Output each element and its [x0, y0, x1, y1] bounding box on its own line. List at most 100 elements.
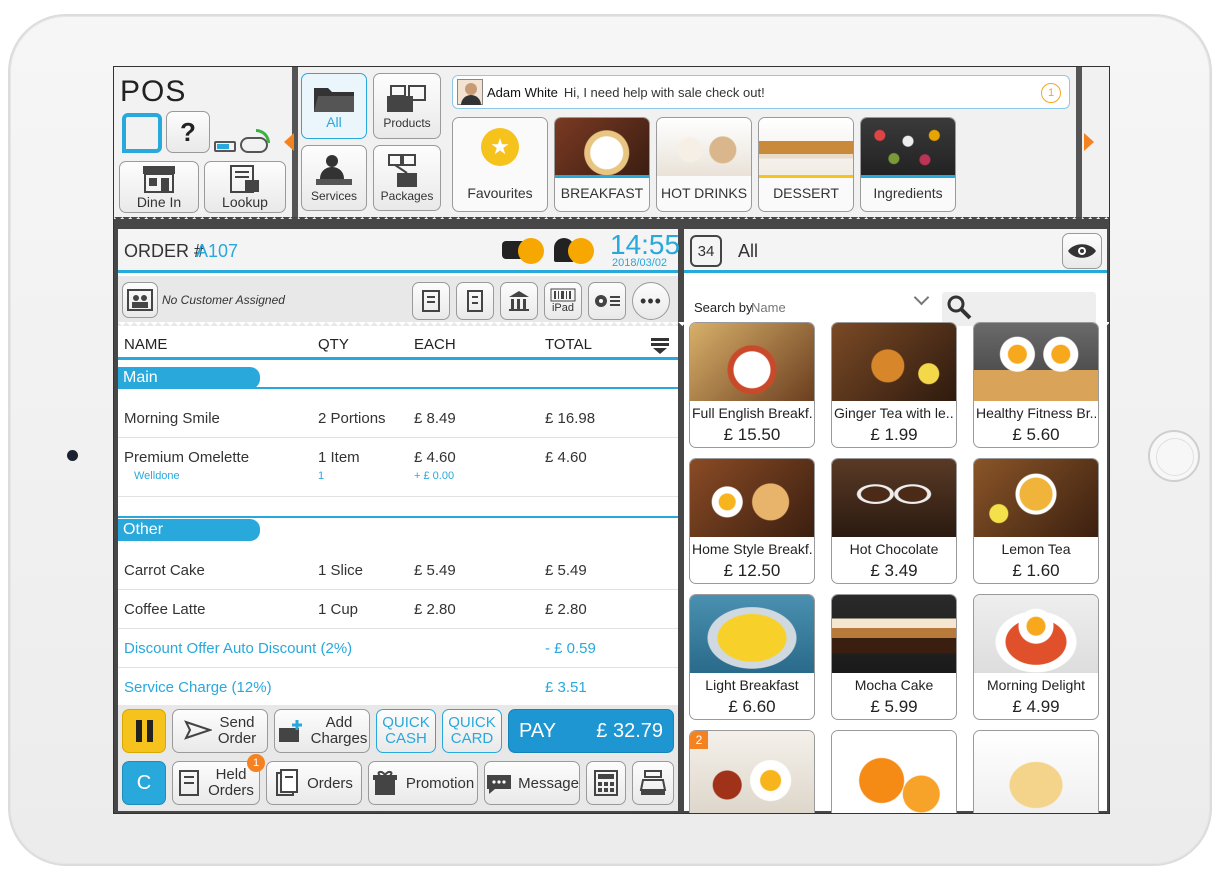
product-tile[interactable]: Mocha Cake £ 5.99 [831, 594, 957, 720]
ipad-button[interactable]: iPad [544, 282, 582, 320]
search-bar: Search by Name [684, 276, 1107, 328]
product-image [832, 595, 956, 673]
orders-button[interactable]: Orders [266, 761, 362, 805]
item-name: Morning Smile [124, 410, 220, 427]
order-line[interactable]: Morning Smile 2 Portions £ 8.49 £ 16.98 [118, 400, 678, 438]
customer-icon [127, 289, 153, 311]
category-dessert[interactable]: DESSERT [758, 117, 854, 212]
scroll-left-arrow-icon[interactable] [284, 133, 294, 151]
product-tile[interactable]: Home Style Breakf... £ 12.50 [689, 458, 815, 584]
message-button[interactable]: Message [484, 761, 580, 805]
logo-icon [122, 113, 162, 153]
discount-name: Discount Offer Auto Discount (2%) [124, 640, 353, 657]
product-tile-partial[interactable] [831, 730, 957, 813]
product-image [690, 731, 814, 813]
product-tile[interactable]: Morning Delight £ 4.99 [973, 594, 1099, 720]
modifier-price: + £ 0.00 [414, 470, 455, 482]
scroll-right-arrow-icon[interactable] [1084, 133, 1094, 151]
more-options-button[interactable]: ••• [632, 282, 670, 320]
product-price: £ 15.50 [723, 425, 781, 444]
product-image [690, 595, 814, 673]
menu-services-button[interactable]: Services [301, 145, 367, 211]
product-name: Full English Breakf... [692, 405, 812, 421]
receipt-button[interactable] [412, 282, 450, 320]
menu-all-button[interactable]: All [301, 73, 367, 139]
order-line[interactable]: Premium Omelette 1 Item £ 4.60 £ 4.60 We… [118, 439, 678, 497]
menu-packages-button[interactable]: Packages [373, 145, 441, 211]
category-hot-drinks[interactable]: HOT DRINKS [656, 117, 752, 212]
message-text: Hi, I need help with sale check out! [563, 84, 765, 100]
product-price: £ 5.99 [870, 697, 918, 716]
product-tile[interactable]: Lemon Tea £ 1.60 [973, 458, 1099, 584]
bank-info-button[interactable] [500, 282, 538, 320]
quick-cash-button[interactable]: QUICK CASH [376, 709, 436, 753]
menu-services-label: Services [310, 189, 357, 203]
product-name: Light Breakfast [705, 677, 799, 693]
order-line[interactable]: Coffee Latte 1 Cup £ 2.80 £ 2.80 [118, 591, 678, 629]
pause-button[interactable] [122, 709, 166, 753]
sort-menu-icon[interactable] [650, 336, 670, 354]
home-button[interactable] [1148, 430, 1200, 482]
pause-icon [135, 720, 153, 742]
menu-products-button[interactable]: Products [373, 73, 441, 139]
order-line[interactable]: Carrot Cake 1 Slice £ 5.49 £ 5.49 [118, 552, 678, 590]
notes-icon [467, 290, 483, 312]
help-button[interactable]: ? [166, 111, 210, 153]
discount-total: - £ 0.59 [545, 640, 596, 657]
category-ingredients[interactable]: Ingredients [860, 117, 956, 212]
product-badge: 2 [690, 731, 708, 749]
message-label: Message [518, 774, 579, 792]
eye-icon [1068, 244, 1096, 258]
product-tile-partial[interactable]: 2 [689, 730, 815, 813]
held-orders-button[interactable]: Held Orders 1 [172, 754, 265, 805]
discount-line[interactable]: Discount Offer Auto Discount (2%) - £ 0.… [118, 630, 678, 668]
customer-message-bar[interactable]: Adam White Hi, I need help with sale che… [452, 75, 1070, 109]
notes-button[interactable] [456, 282, 494, 320]
chevron-down-icon[interactable] [913, 289, 930, 306]
product-tile[interactable]: Ginger Tea with le... £ 1.99 [831, 322, 957, 448]
product-name: Mocha Cake [854, 677, 934, 693]
view-toggle-button[interactable] [1062, 233, 1102, 269]
search-icon [947, 295, 972, 320]
product-tile[interactable]: Light Breakfast £ 6.60 [689, 594, 815, 720]
search-input[interactable] [942, 292, 1096, 326]
lookup-button[interactable]: Lookup [204, 161, 286, 213]
item-qty: 1 Item [318, 449, 360, 466]
product-price: £ 6.60 [728, 697, 776, 716]
avatar [457, 79, 483, 105]
product-tile-partial[interactable] [973, 730, 1099, 813]
brand-area: POS ? Dine In Lookup [114, 67, 292, 219]
item-name: Premium Omelette [124, 449, 250, 466]
product-image [974, 323, 1098, 401]
category-label: HOT DRINKS [660, 185, 748, 201]
category-breakfast[interactable]: BREAKFAST [554, 117, 650, 212]
receipt-icon [422, 290, 440, 312]
calculator-icon [594, 770, 618, 796]
category-label: BREAKFAST [560, 185, 644, 201]
service-charge-line[interactable]: Service Charge (12%) £ 3.51 [118, 669, 678, 707]
pay-button[interactable]: PAY £ 32.79 [508, 709, 674, 753]
quick-card-button[interactable]: QUICK CARD [442, 709, 502, 753]
product-tile[interactable]: Full English Breakf... £ 15.50 [689, 322, 815, 448]
orders-icon [276, 769, 299, 796]
product-tile[interactable]: Hot Chocolate £ 3.49 [831, 458, 957, 584]
assign-customer-button[interactable] [122, 282, 158, 318]
search-field-select[interactable]: Name [751, 300, 786, 315]
cash-register-button[interactable] [632, 761, 674, 805]
item-each: £ 4.60 [414, 449, 456, 466]
clear-button[interactable]: C [122, 761, 166, 805]
settings-button[interactable] [588, 282, 626, 320]
category-favourites[interactable]: ★ Favourites [452, 117, 548, 212]
dine-in-button[interactable]: Dine In [119, 161, 199, 213]
ingredients-image [861, 118, 955, 176]
folder-icon [314, 88, 354, 112]
add-charges-button[interactable]: Add Charges [274, 709, 370, 753]
order-header: ORDER # A107 14:55 2018/03/02 [118, 229, 680, 273]
send-order-button[interactable]: Send Order [172, 709, 268, 753]
calculator-button[interactable] [586, 761, 626, 805]
product-tile[interactable]: Healthy Fitness Br... £ 5.60 [973, 322, 1099, 448]
product-name: Home Style Breakf... [692, 541, 812, 557]
lookup-label: Lookup [222, 194, 268, 210]
search-by-label: Search by [694, 300, 753, 315]
promotion-button[interactable]: Promotion [368, 761, 478, 805]
